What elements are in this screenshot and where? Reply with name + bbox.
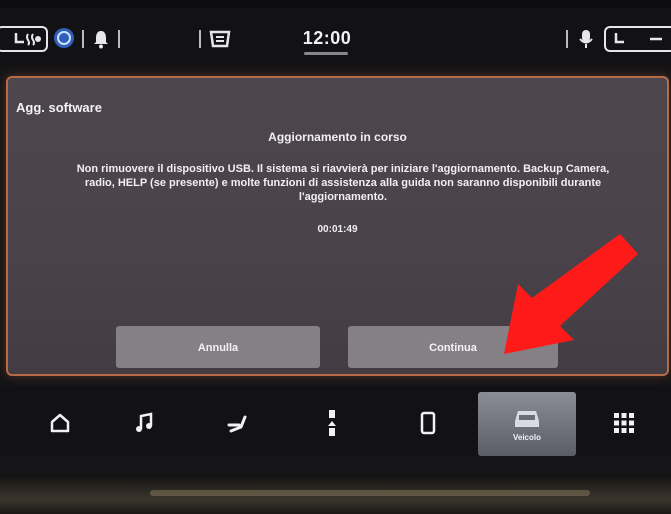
nav-vehicle[interactable]: Veicolo (478, 392, 576, 456)
clock-underline (304, 52, 348, 55)
phone-icon (420, 411, 436, 435)
apps-grid-icon (614, 413, 634, 433)
separator (82, 30, 84, 48)
dialog-message: Non rimuovere il dispositivo USB. Il sis… (76, 163, 610, 203)
separator (118, 30, 120, 48)
clock: 12:00 (302, 28, 352, 48)
infotainment-screen: 12:00 Agg. software Aggiornamento in cor… (0, 8, 671, 478)
dashboard-bezel (0, 478, 671, 514)
driver-assist-icon[interactable] (52, 26, 76, 48)
defrost-icon[interactable] (208, 28, 232, 50)
music-note-icon (136, 412, 153, 432)
nav-apps[interactable] (592, 394, 656, 452)
nav-home[interactable] (28, 394, 92, 452)
climate-pill[interactable] (0, 26, 48, 52)
nav-comfort[interactable] (206, 394, 270, 452)
nav-controls[interactable] (300, 394, 364, 452)
passenger-seat-icon (614, 33, 662, 44)
dialog-title: Agg. software (16, 100, 102, 115)
passenger-climate-pill[interactable] (604, 26, 671, 52)
seat-heat-icon (14, 33, 41, 46)
status-bar: 12:00 (0, 8, 671, 66)
seat-icon (227, 415, 247, 433)
home-icon (50, 413, 70, 433)
dialog-heading: Aggiornamento in corso (268, 130, 407, 144)
nav-phone[interactable] (396, 394, 460, 452)
lift-gate-icon (328, 410, 336, 436)
microphone-icon[interactable] (578, 28, 594, 50)
nav-media[interactable] (112, 394, 176, 452)
red-arrow-annotation (504, 234, 638, 354)
bell-icon[interactable] (92, 28, 110, 50)
cancel-button[interactable]: Annulla (116, 326, 320, 368)
separator (199, 30, 201, 48)
bottom-nav-bar: Veicolo (0, 386, 671, 456)
bezel-reflection (150, 490, 590, 496)
nav-vehicle-label: Veicolo (512, 432, 541, 442)
vehicle-icon (515, 410, 539, 427)
separator (566, 30, 568, 48)
